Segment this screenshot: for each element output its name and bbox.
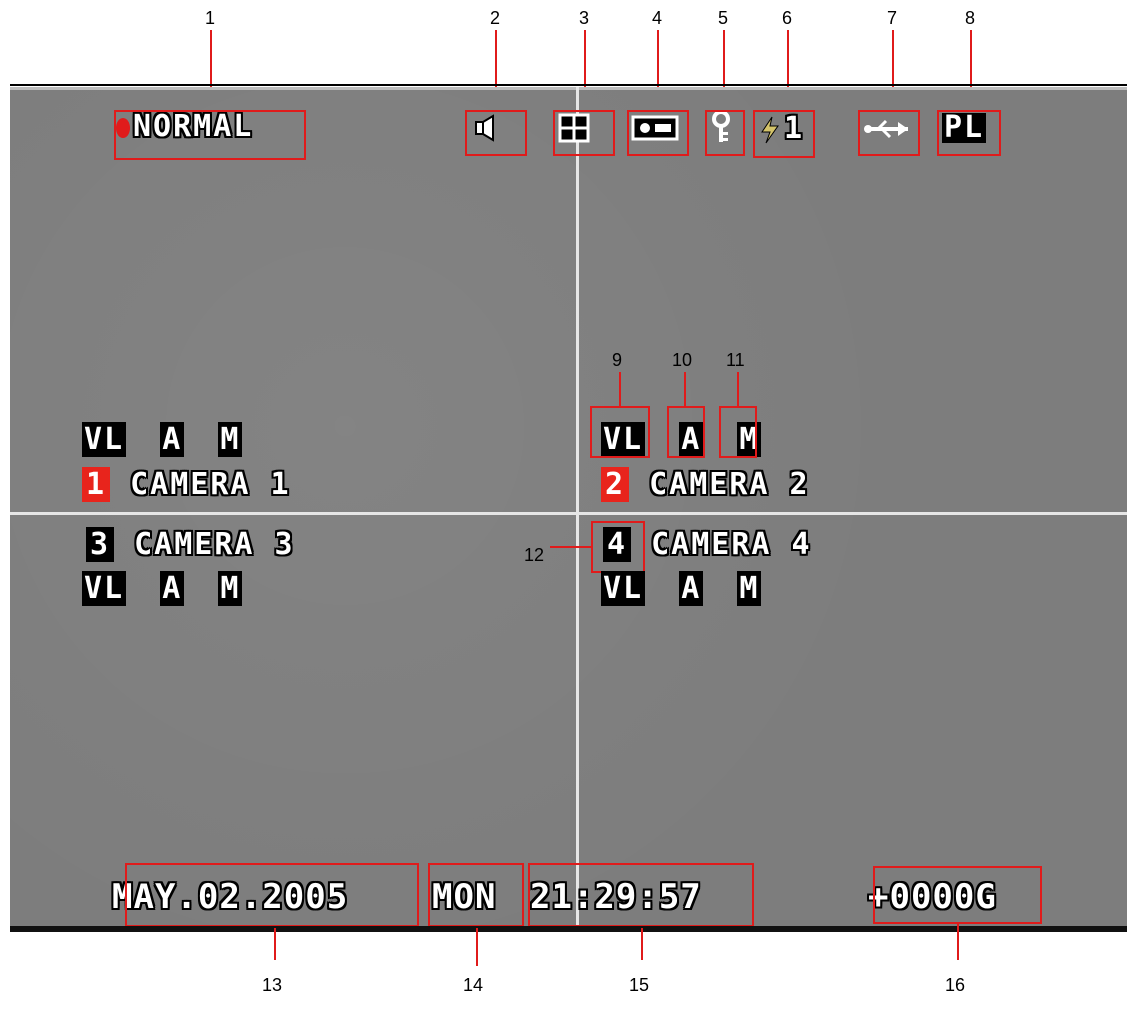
horizontal-divider (10, 512, 1127, 515)
callout-16-number: 16 (945, 975, 966, 995)
callout-6-number: 6 (782, 8, 793, 28)
callout-3-number: 3 (579, 8, 590, 28)
callout-8-number: 8 (965, 8, 976, 28)
camera-3-vl: VL (82, 571, 127, 606)
camera-3-number: 3 (86, 527, 115, 562)
camera-1-title: 1 CAMERA 1 (82, 467, 291, 502)
callout-12-number: 12 (524, 545, 545, 565)
bottom-rule (10, 926, 1127, 932)
camera-1-label: CAMERA 1 (130, 467, 291, 502)
camera-2-title: 2 CAMERA 2 (601, 467, 810, 502)
camera-1-number: 1 (82, 467, 111, 502)
callout-9-number: 9 (612, 350, 623, 370)
camera-4-a: A (679, 571, 704, 606)
camera-4-vl: VL (601, 571, 646, 606)
callout-14-number: 14 (463, 975, 484, 995)
camera-4-m: M (737, 571, 762, 606)
camera-2-number: 2 (601, 467, 630, 502)
callout-11-number: 11 (726, 350, 745, 370)
camera-3-title: 3 CAMERA 3 (86, 527, 295, 562)
callout-13-number: 13 (262, 975, 283, 995)
vertical-divider (576, 87, 579, 927)
dvr-screen (10, 87, 1127, 930)
callout-15-number: 15 (629, 975, 650, 995)
camera-3-a: A (160, 571, 185, 606)
camera-1-vl: VL (82, 422, 127, 457)
callout-1-number: 1 (205, 8, 216, 28)
camera-4-flags: VL A M (601, 571, 762, 606)
camera-3-m: M (218, 571, 243, 606)
camera-4-label: CAMERA 4 (651, 527, 812, 562)
callout-5-number: 5 (718, 8, 729, 28)
callout-7-number: 7 (887, 8, 898, 28)
callout-10-number: 10 (672, 350, 693, 370)
camera-3-label: CAMERA 3 (134, 527, 295, 562)
top-rule (10, 84, 1127, 86)
callout-4-number: 4 (652, 8, 663, 28)
callout-2-number: 2 (490, 8, 501, 28)
camera-2-label: CAMERA 2 (649, 467, 810, 502)
camera-4-title: 4 CAMERA 4 (603, 527, 812, 562)
camera-1-m: M (218, 422, 243, 457)
camera-1-a: A (160, 422, 185, 457)
camera-3-flags: VL A M (82, 571, 243, 606)
camera-4-number: 4 (603, 527, 632, 562)
camera-1-flags: VL A M (82, 422, 243, 457)
